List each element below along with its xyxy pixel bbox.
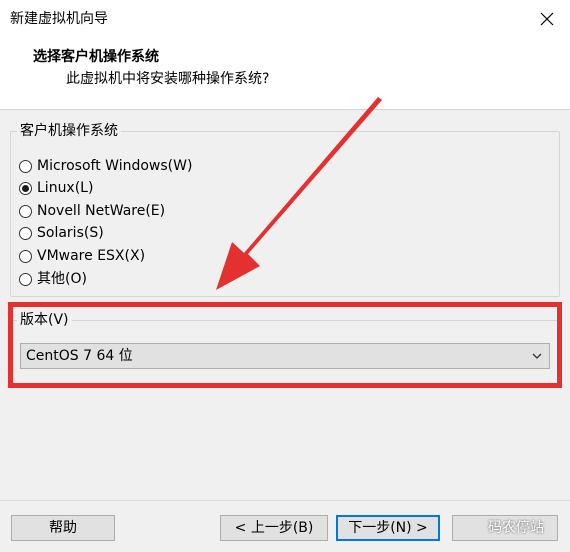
guest-os-legend: 客户机操作系统 [17, 121, 121, 141]
title-bar: 新建虚拟机向导 [0, 0, 570, 38]
radio-option-other[interactable]: 其他(O) [19, 269, 87, 289]
watermark: 码农停站 [488, 520, 544, 536]
radio-button-selected-icon[interactable] [19, 181, 32, 195]
radio-label: Linux(L) [37, 180, 94, 196]
chevron-down-icon [532, 353, 542, 359]
radio-option-netware[interactable]: Novell NetWare(E) [19, 201, 165, 221]
page-subtitle: 此虚拟机中将安装哪种操作系统? [66, 71, 270, 87]
version-dropdown[interactable]: CentOS 7 64 位 [20, 343, 550, 369]
radio-label: 其他(O) [37, 271, 87, 287]
version-group: 版本(V) CentOS 7 64 位 [10, 310, 560, 388]
radio-option-vmware-esx[interactable]: VMware ESX(X) [19, 246, 145, 266]
help-button[interactable]: 帮助 [11, 515, 115, 541]
radio-button-icon[interactable] [19, 204, 32, 218]
close-icon [540, 12, 554, 26]
radio-label: Novell NetWare(E) [37, 203, 166, 219]
radio-option-linux[interactable]: Linux(L) [19, 178, 93, 198]
radio-button-icon[interactable] [19, 159, 32, 173]
next-button[interactable]: 下一步(N) > [336, 515, 440, 541]
close-button[interactable] [524, 0, 570, 38]
footer-divider [0, 500, 570, 501]
radio-option-windows[interactable]: Microsoft Windows(W) [19, 156, 192, 176]
radio-option-solaris[interactable]: Solaris(S) [19, 223, 104, 243]
version-legend: 版本(V) [17, 310, 72, 330]
new-vm-wizard-window: 新建虚拟机向导 选择客户机操作系统 此虚拟机中将安装哪种操作系统? 客户机操作系… [0, 0, 570, 552]
window-title: 新建虚拟机向导 [10, 11, 108, 27]
radio-label: Microsoft Windows(W) [37, 158, 193, 174]
back-button[interactable]: < 上一步(B) [220, 515, 328, 541]
radio-button-icon[interactable] [19, 272, 32, 286]
version-selected-value: CentOS 7 64 位 [26, 348, 133, 364]
radio-button-icon[interactable] [19, 249, 32, 263]
radio-label: Solaris(S) [37, 225, 104, 241]
radio-button-icon[interactable] [19, 226, 32, 240]
guest-os-group: 客户机操作系统 Microsoft Windows(W) Linux(L) No… [10, 121, 560, 297]
page-title: 选择客户机操作系统 [33, 49, 159, 65]
wizard-header: 选择客户机操作系统 此虚拟机中将安装哪种操作系统? [0, 38, 570, 110]
radio-label: VMware ESX(X) [37, 248, 146, 264]
